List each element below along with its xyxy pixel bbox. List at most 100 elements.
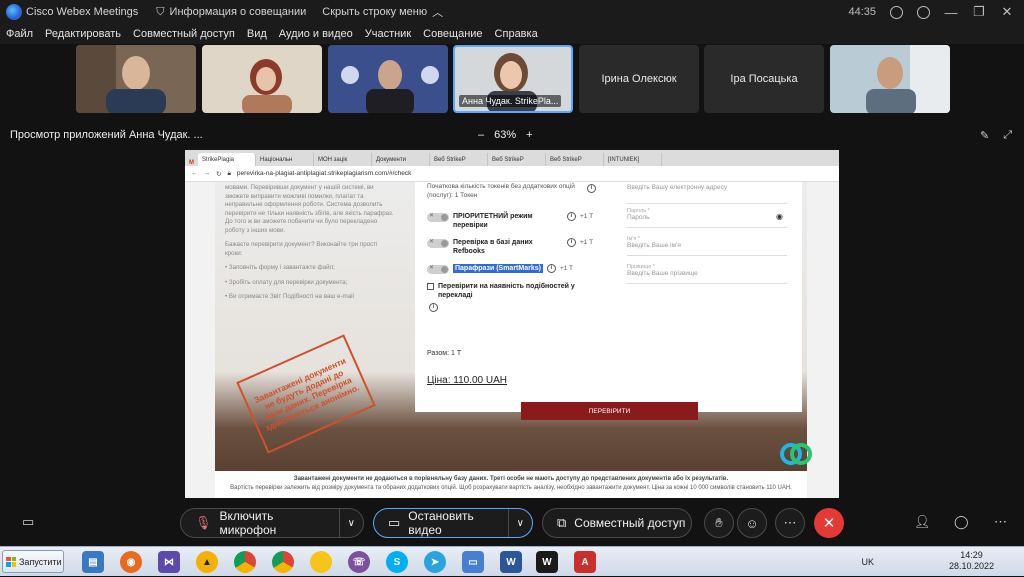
- clock[interactable]: 14:29 28.10.2022: [949, 550, 994, 572]
- participant-tile[interactable]: Ірина Олексюк: [579, 45, 699, 113]
- mic-off-icon: 🎙︎: [195, 515, 212, 530]
- priority-toggle[interactable]: [427, 212, 449, 222]
- refbooks-toggle[interactable]: [427, 238, 449, 248]
- reload-icon[interactable]: ↻: [216, 170, 221, 178]
- browser-tab[interactable]: Веб StrikeP: [488, 153, 546, 166]
- menu-file[interactable]: Файл: [6, 28, 33, 40]
- captions-icon[interactable]: ▭: [22, 514, 34, 530]
- participant-tile[interactable]: [202, 45, 322, 113]
- page-margin-left: [185, 182, 215, 498]
- language-indicator[interactable]: UK: [861, 557, 874, 567]
- browser-tab[interactable]: Веб StrikeP: [430, 153, 488, 166]
- name-field[interactable]: Ім'я * Введіть Ваше ім'я: [627, 236, 787, 256]
- minimize-button[interactable]: —: [944, 5, 958, 20]
- maximize-button[interactable]: ❐: [972, 4, 986, 20]
- annotate-icon[interactable]: ✎: [980, 129, 989, 142]
- firefox-icon[interactable]: ◉: [120, 551, 142, 573]
- hide-menu-button[interactable]: Скрыть строку меню ︿: [322, 4, 443, 20]
- word-icon[interactable]: W: [500, 551, 522, 573]
- teams-icon[interactable]: ⋈: [158, 551, 180, 573]
- browser-tab-strip: M StrikePlagia Національн МОН зацік Доку…: [185, 150, 839, 166]
- info-icon[interactable]: i: [567, 238, 576, 247]
- settings-icon[interactable]: [890, 5, 903, 19]
- app-window-icon[interactable]: ▭: [462, 551, 484, 573]
- info-icon[interactable]: i: [429, 303, 438, 312]
- info-icon[interactable]: i: [587, 184, 596, 193]
- menu-share[interactable]: Совместный доступ: [133, 28, 235, 40]
- chevron-down-icon[interactable]: ∨: [338, 509, 363, 537]
- viber-icon[interactable]: ☏: [348, 551, 370, 573]
- url-field[interactable]: perevirka-na-plagiat-antiplagiat.strikep…: [237, 170, 412, 177]
- notification-icon[interactable]: [917, 5, 930, 19]
- participant-tile-active[interactable]: Анна Чудак. StrikePla...: [453, 45, 573, 113]
- system-tray: UK: [861, 547, 1024, 577]
- browser-tab[interactable]: [INTUNIEK]: [604, 153, 662, 166]
- check-button[interactable]: ПЕРЕВІРИТИ: [521, 402, 698, 420]
- participant-tile[interactable]: [76, 45, 196, 113]
- info-icon[interactable]: i: [567, 212, 576, 221]
- pdf-icon[interactable]: A: [574, 551, 596, 573]
- chevron-down-icon[interactable]: ∨: [507, 509, 532, 537]
- participant-name: Іра Посацька: [730, 73, 798, 85]
- more-options-icon[interactable]: ⋯: [775, 508, 805, 538]
- chrome-icon[interactable]: [234, 551, 256, 573]
- intro-paragraph: мовами. Перевіривши документ у нашій сис…: [225, 184, 394, 234]
- participant-tile[interactable]: [830, 45, 950, 113]
- more-panels-icon[interactable]: ⋯: [994, 514, 1007, 530]
- menu-meeting[interactable]: Совещание: [423, 28, 482, 40]
- chrome-icon[interactable]: [272, 551, 294, 573]
- share-button[interactable]: ⧉ Совместный доступ: [542, 508, 692, 538]
- email-field[interactable]: Введіть Вашу електронну адресу: [627, 184, 787, 204]
- app-title: Cisco Webex Meetings: [26, 6, 139, 18]
- mute-label: Включить микрофон: [219, 509, 277, 537]
- reactions-icon[interactable]: ☺: [737, 508, 767, 538]
- start-label: Запустити: [19, 556, 62, 567]
- app-triangle-icon[interactable]: ▲: [196, 551, 218, 573]
- eye-icon[interactable]: ◉: [776, 212, 783, 221]
- mute-button[interactable]: 🎙︎ Включить микрофон ∨: [180, 508, 364, 538]
- participant-tile[interactable]: Іра Посацька: [704, 45, 824, 113]
- title-bar: Cisco Webex Meetings ⛉ Информация о сове…: [0, 0, 1024, 24]
- browser-tab[interactable]: МОН зацік: [314, 153, 372, 166]
- initial-tokens-text: Початкова кількість токенів без додатков…: [427, 183, 575, 199]
- browser-tab[interactable]: StrikePlagia: [198, 153, 256, 166]
- meeting-info-button[interactable]: ⛉ Информация о совещании: [156, 6, 306, 19]
- start-button[interactable]: Запустити: [2, 550, 64, 573]
- webex-taskbar-icon[interactable]: W: [536, 551, 558, 573]
- back-icon[interactable]: ←: [191, 170, 198, 177]
- paraphrase-toggle[interactable]: [427, 264, 449, 274]
- skype-icon[interactable]: S: [386, 551, 408, 573]
- fullscreen-icon[interactable]: ⤢: [1003, 129, 1012, 142]
- video-button[interactable]: ▭ Остановить видео ∨: [373, 508, 533, 538]
- intro-step: • Ви отримаєте Звіт Подібності на ваш e-…: [225, 293, 354, 300]
- menu-audio-video[interactable]: Аудио и видео: [279, 28, 353, 40]
- check-form-card: Початкова кількість токенів без додатков…: [415, 182, 802, 420]
- participants-icon[interactable]: 👤︎: [914, 514, 931, 530]
- camera-icon: ▭: [388, 515, 401, 530]
- surname-field[interactable]: Прізвище * Введіть Ваше прізвище: [627, 264, 787, 284]
- chat-icon[interactable]: ◯: [954, 514, 969, 530]
- translation-checkbox[interactable]: [427, 283, 434, 290]
- menu-participant[interactable]: Участник: [365, 28, 411, 40]
- telegram-icon[interactable]: ➤: [424, 551, 446, 573]
- forward-icon[interactable]: →: [204, 170, 211, 177]
- password-field[interactable]: Пароль * Пароль ◉: [627, 208, 787, 228]
- hand-icon[interactable]: ✋︎: [704, 508, 734, 538]
- clock-date: 28.10.2022: [948, 561, 994, 571]
- zoom-out-button[interactable]: –: [478, 129, 484, 141]
- menu-help[interactable]: Справка: [495, 28, 538, 40]
- zoom-in-button[interactable]: +: [526, 129, 532, 141]
- info-icon[interactable]: i: [546, 264, 556, 273]
- leave-meeting-button[interactable]: ✕: [814, 508, 844, 538]
- participant-tile[interactable]: [328, 45, 448, 113]
- close-window-button[interactable]: ✕: [1000, 4, 1014, 20]
- app-circle-icon[interactable]: [310, 551, 332, 573]
- menu-edit[interactable]: Редактировать: [45, 28, 121, 40]
- browser-tab[interactable]: Документи: [372, 153, 430, 166]
- lock-icon: 🔒︎: [227, 169, 231, 177]
- menu-view[interactable]: Вид: [247, 28, 267, 40]
- browser-tab[interactable]: Веб StrikeP: [546, 153, 604, 166]
- intro-text: мовами. Перевіривши документ у нашій сис…: [225, 184, 395, 308]
- browser-tab[interactable]: Національн: [256, 153, 314, 166]
- explorer-icon[interactable]: ▤: [82, 551, 104, 573]
